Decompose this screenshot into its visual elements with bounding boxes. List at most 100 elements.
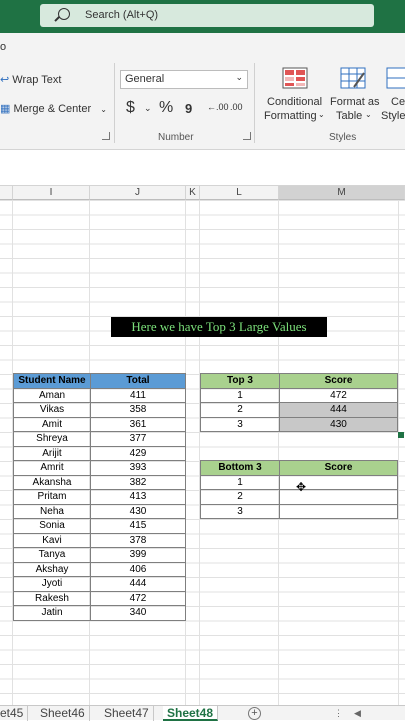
header-top3[interactable]: Top 3 bbox=[200, 373, 280, 389]
styles-group-label: Styles bbox=[329, 132, 357, 143]
table-row: Jatin 340 bbox=[13, 605, 186, 621]
number-launcher-icon[interactable] bbox=[243, 132, 251, 140]
student-name-cell[interactable]: Sonia bbox=[13, 518, 91, 534]
sheet-tab[interactable]: et45 bbox=[0, 706, 29, 721]
table-row: Pritam 413 bbox=[13, 489, 186, 505]
conditional-formatting-icon bbox=[282, 67, 308, 89]
total-cell[interactable]: 340 bbox=[90, 605, 186, 621]
student-name-cell[interactable]: Tanya bbox=[13, 547, 91, 563]
student-name-cell[interactable]: Rakesh bbox=[13, 590, 91, 606]
student-name-cell[interactable]: Vikas bbox=[13, 402, 91, 418]
number-format-select[interactable]: General ⌄ bbox=[120, 70, 248, 89]
increase-decimal-icon: ← bbox=[207, 102, 216, 112]
total-cell[interactable]: 377 bbox=[90, 431, 186, 447]
sheet-tab-active[interactable]: Sheet48 bbox=[163, 706, 219, 721]
header-score[interactable]: Score bbox=[279, 373, 398, 389]
student-name-cell[interactable]: Shreya bbox=[13, 431, 91, 447]
sheet-tab[interactable]: Sheet46 bbox=[36, 706, 90, 721]
rank-cell[interactable]: 3 bbox=[200, 503, 280, 519]
total-cell[interactable]: 472 bbox=[90, 590, 186, 606]
decrease-decimal-button[interactable]: .00 bbox=[230, 102, 243, 112]
student-name-cell[interactable]: Jyoti bbox=[13, 576, 91, 592]
ribbon-tab-fragment[interactable]: o bbox=[0, 41, 6, 53]
score-cell[interactable]: 444 bbox=[279, 402, 398, 418]
top3-table: Top 3 Score 1 472 2 444 3 430 bbox=[200, 373, 398, 432]
table-row: Amrit 393 bbox=[13, 460, 186, 476]
rank-cell[interactable]: 1 bbox=[200, 387, 280, 403]
total-cell[interactable]: 415 bbox=[90, 518, 186, 534]
formula-bar-area bbox=[0, 150, 405, 186]
rank-cell[interactable]: 2 bbox=[200, 489, 280, 505]
table-header-row: Bottom 3 Score bbox=[200, 460, 398, 476]
student-name-cell[interactable]: Akansha bbox=[13, 474, 91, 490]
sheet-tab-bar: et45 Sheet46 Sheet47 Sheet48 + ⋮ ◀ bbox=[0, 705, 405, 721]
header-score[interactable]: Score bbox=[279, 460, 398, 476]
rank-cell[interactable]: 1 bbox=[200, 474, 280, 490]
fill-handle[interactable] bbox=[398, 432, 404, 438]
wrap-text-icon: ↩ bbox=[0, 74, 10, 86]
sheet-tab[interactable]: Sheet47 bbox=[100, 706, 154, 721]
table-row: Jyoti 444 bbox=[13, 576, 186, 592]
column-header-i[interactable]: I bbox=[13, 186, 90, 200]
student-name-cell[interactable]: Jatin bbox=[13, 605, 91, 621]
increase-decimal-button[interactable]: ←.00 bbox=[207, 102, 229, 112]
search-box[interactable]: Search (Alt+Q) bbox=[40, 4, 374, 27]
total-cell[interactable]: 358 bbox=[90, 402, 186, 418]
merge-center-button[interactable]: ▦ Merge & Center ⌄ bbox=[0, 102, 107, 115]
total-cell[interactable]: 399 bbox=[90, 547, 186, 563]
add-sheet-icon[interactable]: + bbox=[248, 707, 261, 720]
total-cell[interactable]: 413 bbox=[90, 489, 186, 505]
total-cell[interactable]: 361 bbox=[90, 416, 186, 432]
student-name-cell[interactable]: Kavi bbox=[13, 532, 91, 548]
column-header-l[interactable]: L bbox=[200, 186, 279, 200]
more-options-icon[interactable]: ⋮ bbox=[334, 708, 343, 719]
comma-style-button[interactable]: 9 bbox=[185, 101, 192, 116]
total-cell[interactable]: 430 bbox=[90, 503, 186, 519]
column-header-j[interactable]: J bbox=[90, 186, 186, 200]
student-name-cell[interactable]: Aman bbox=[13, 387, 91, 403]
total-cell[interactable]: 444 bbox=[90, 576, 186, 592]
score-cell[interactable]: 430 bbox=[279, 416, 398, 432]
student-name-cell[interactable]: Neha bbox=[13, 503, 91, 519]
total-cell[interactable]: 429 bbox=[90, 445, 186, 461]
header-bottom3[interactable]: Bottom 3 bbox=[200, 460, 280, 476]
rank-cell[interactable]: 2 bbox=[200, 402, 280, 418]
grid-line bbox=[398, 200, 399, 705]
table-row: 1 472 bbox=[200, 387, 398, 403]
student-name-cell[interactable]: Amit bbox=[13, 416, 91, 432]
chevron-down-icon[interactable]: ⌄ bbox=[144, 103, 152, 114]
table-row: Akansha 382 bbox=[13, 474, 186, 490]
score-cell[interactable]: 472 bbox=[279, 387, 398, 403]
mouse-cursor-icon: ✥ bbox=[296, 480, 307, 494]
table-row: Vikas 358 bbox=[13, 402, 186, 418]
group-separator bbox=[254, 63, 255, 143]
student-name-cell[interactable]: Amrit bbox=[13, 460, 91, 476]
alignment-launcher-icon[interactable] bbox=[102, 132, 110, 140]
student-table: Student Name Total Aman 411 Vikas 358 Amit 36… bbox=[13, 373, 186, 621]
wrap-text-button[interactable]: ↩ Wrap Text bbox=[0, 73, 61, 86]
header-total[interactable]: Total bbox=[90, 373, 186, 389]
table-row: Aman 411 bbox=[13, 387, 186, 403]
chevron-down-icon: ⌄ bbox=[365, 110, 372, 119]
total-cell[interactable]: 411 bbox=[90, 387, 186, 403]
score-cell[interactable] bbox=[279, 503, 398, 519]
currency-button[interactable]: $ bbox=[126, 99, 135, 117]
total-cell[interactable]: 393 bbox=[90, 460, 186, 476]
column-header-k[interactable]: K bbox=[186, 186, 200, 200]
student-name-cell[interactable]: Akshay bbox=[13, 561, 91, 577]
table-row: 2 444 bbox=[200, 402, 398, 418]
header-student-name[interactable]: Student Name bbox=[13, 373, 91, 389]
total-cell[interactable]: 406 bbox=[90, 561, 186, 577]
search-placeholder: Search (Alt+Q) bbox=[85, 9, 159, 21]
group-separator bbox=[114, 63, 115, 143]
total-cell[interactable]: 378 bbox=[90, 532, 186, 548]
table-row: Tanya 399 bbox=[13, 547, 186, 563]
scroll-left-icon[interactable]: ◀ bbox=[354, 708, 361, 719]
student-name-cell[interactable]: Pritam bbox=[13, 489, 91, 505]
column-header-m[interactable]: M bbox=[279, 186, 405, 200]
student-name-cell[interactable]: Arijit bbox=[13, 445, 91, 461]
column-header-partial[interactable] bbox=[0, 186, 13, 200]
percent-button[interactable]: % bbox=[159, 99, 173, 117]
rank-cell[interactable]: 3 bbox=[200, 416, 280, 432]
total-cell[interactable]: 382 bbox=[90, 474, 186, 490]
